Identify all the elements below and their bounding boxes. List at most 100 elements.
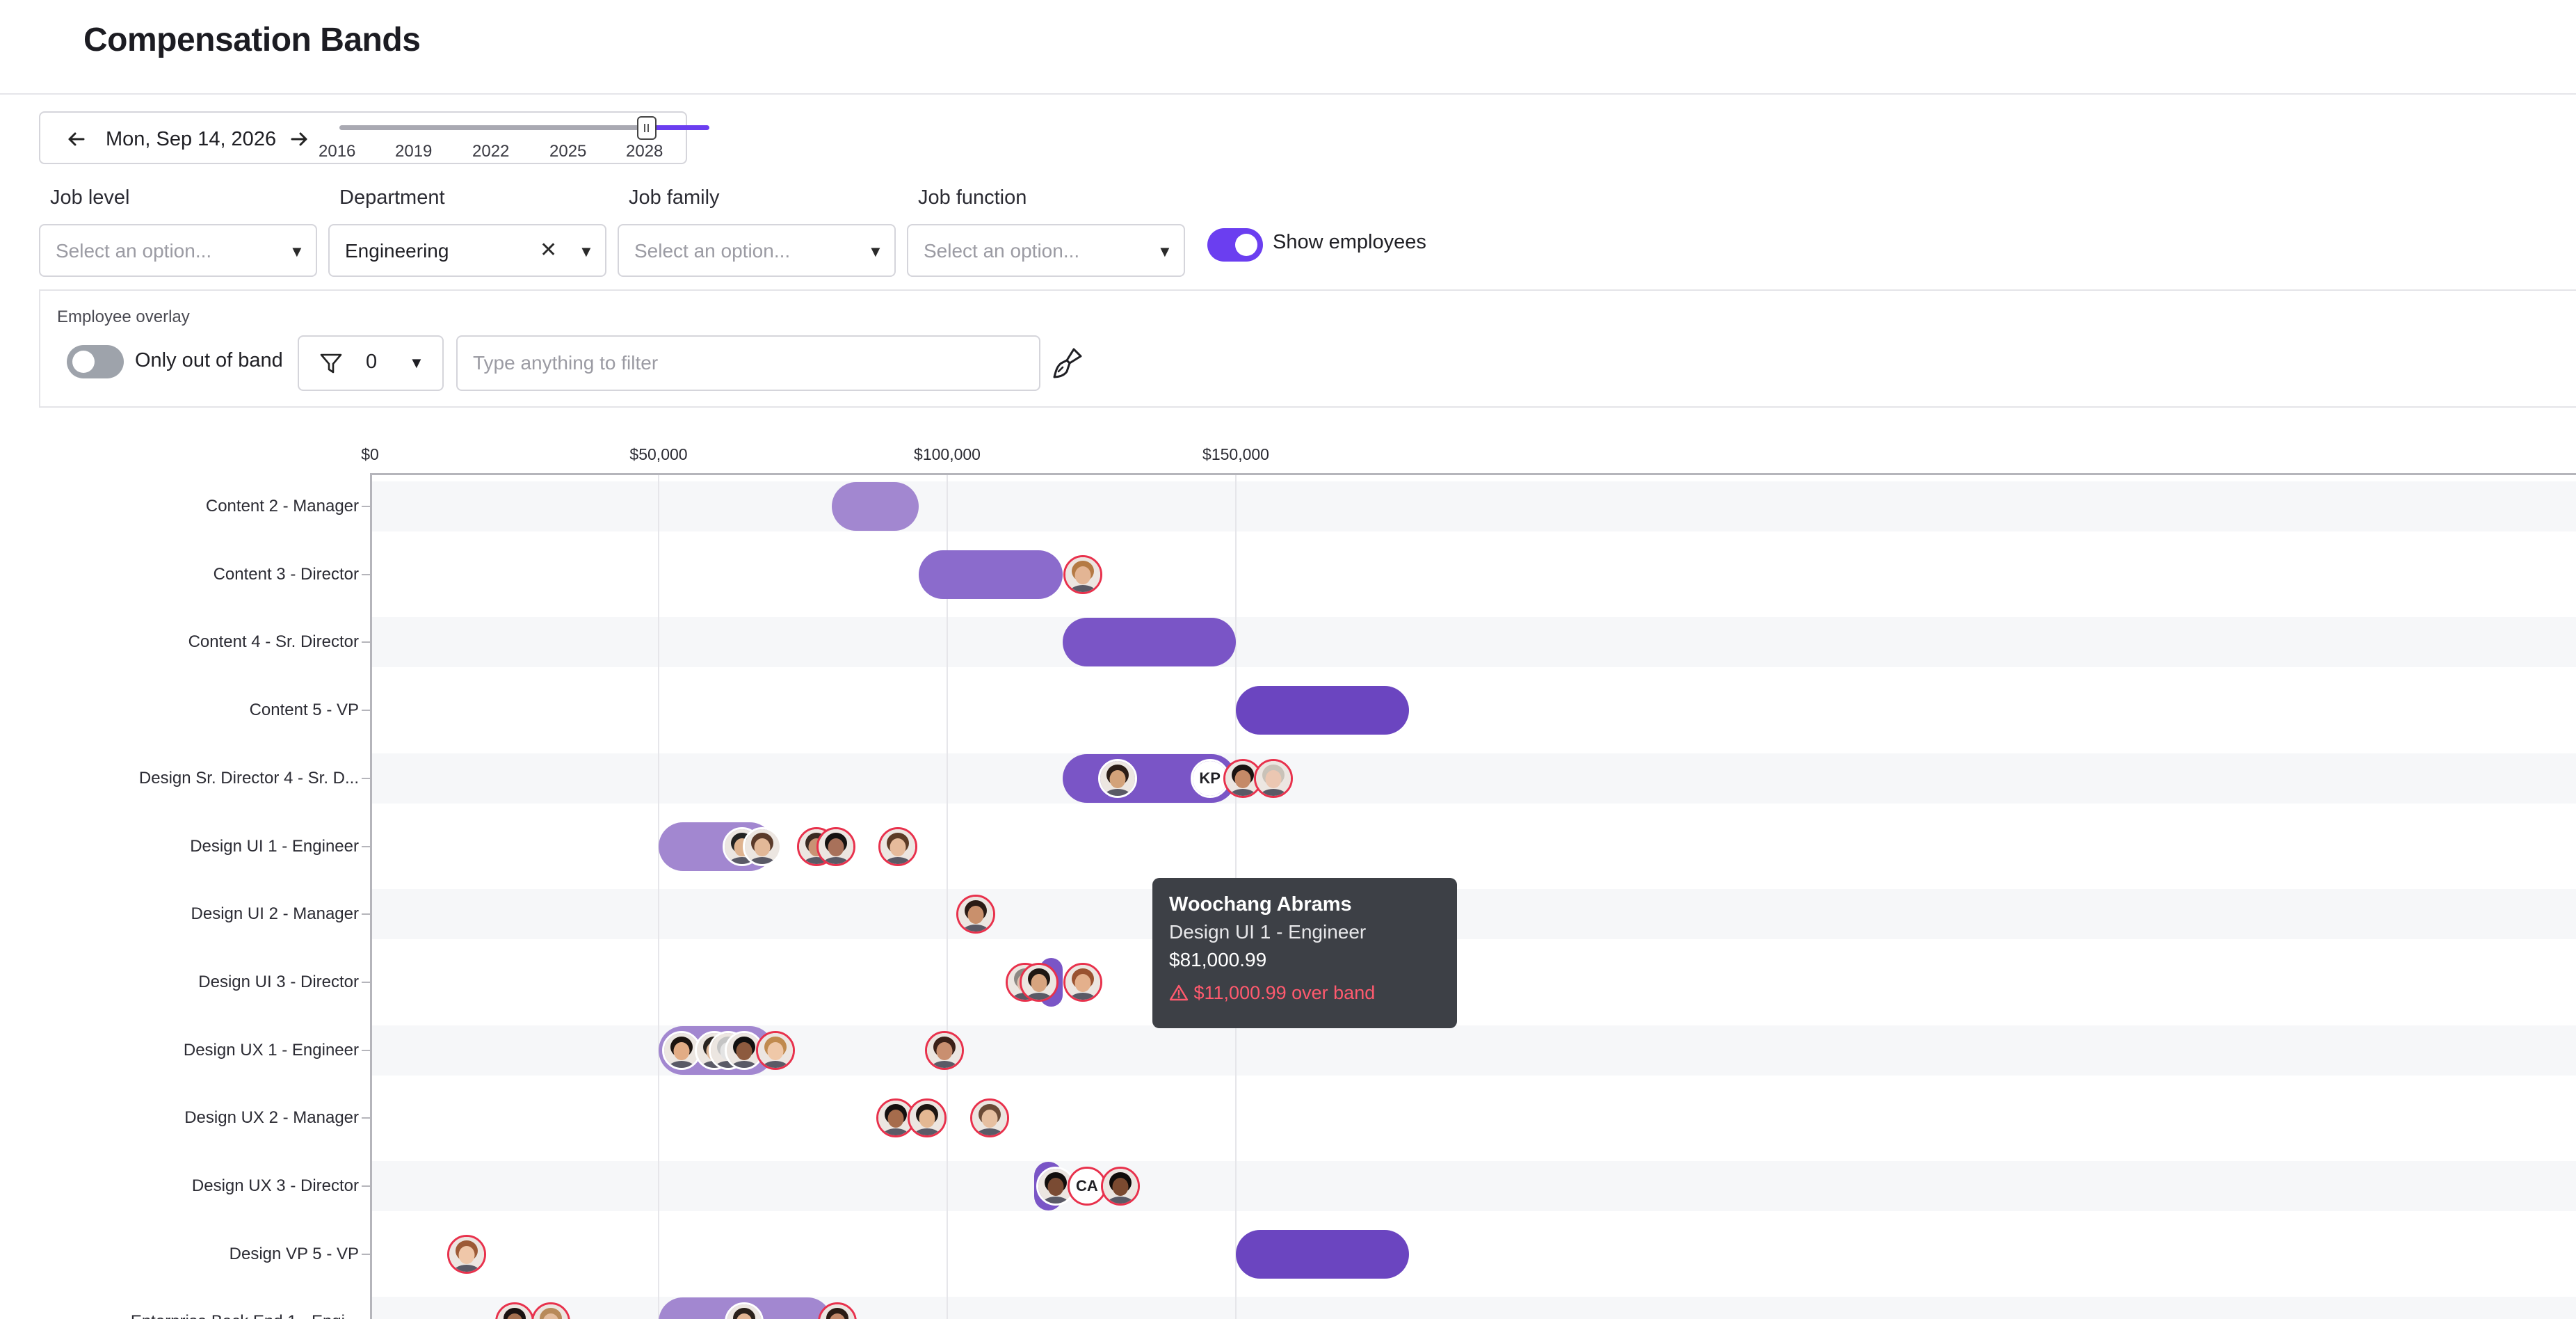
year-label: 2028 (626, 142, 663, 161)
current-date: Mon, Sep 14, 2026 (106, 128, 277, 150)
job-level-placeholder: Select an option... (56, 240, 212, 262)
caret-down-icon: ▼ (409, 354, 424, 371)
row-label: Design UX 2 - Manager (184, 1108, 359, 1128)
row-tick (362, 777, 371, 779)
row-tick (362, 710, 371, 712)
row-label: Design UI 2 - Manager (191, 904, 359, 924)
employee-avatar[interactable] (1101, 1167, 1140, 1206)
job-function-label: Job function (918, 186, 1027, 209)
employee-avatar[interactable] (531, 1302, 570, 1319)
employee-avatar[interactable] (1253, 758, 1293, 798)
row-label: Content 2 - Manager (205, 497, 359, 515)
employee-avatar[interactable] (724, 1302, 764, 1319)
page-title: Compensation Bands (83, 22, 421, 58)
avatar-photo (533, 1304, 568, 1319)
band-bar[interactable] (918, 550, 1063, 599)
tooltip-warning-text: $11,000.99 over band (1193, 982, 1376, 1003)
row-tick (362, 506, 371, 507)
arrow-left-icon[interactable] (63, 125, 90, 153)
employee-search-input[interactable] (456, 335, 1040, 391)
avatar-photo (972, 1101, 1007, 1136)
tooltip-employee-role: Design UI 1 - Engineer (1169, 921, 1367, 943)
timeline-slider-thumb[interactable] (636, 116, 657, 140)
job-level-select[interactable]: Select an option... ▼ (39, 224, 317, 277)
row-label: Design Sr. Director 4 - Sr. D... (138, 768, 359, 788)
x-tick-label: $100,000 (914, 445, 981, 463)
employee-avatar[interactable] (907, 1098, 947, 1138)
employee-avatar[interactable] (969, 1098, 1009, 1138)
filter-count-button[interactable]: 0 ▼ (298, 335, 444, 391)
avatar-photo (449, 1236, 484, 1272)
band-bar[interactable] (832, 482, 919, 531)
row-stripe (371, 481, 2576, 531)
employee-avatar[interactable] (446, 1234, 486, 1274)
job-function-select[interactable]: Select an option... ▼ (907, 224, 1185, 277)
caret-down-icon: ▼ (289, 243, 305, 260)
toggle-knob (1235, 234, 1257, 256)
band-bar[interactable] (1063, 618, 1236, 667)
avatar-photo (744, 829, 780, 864)
x-tick-label: $50,000 (629, 445, 688, 463)
department-label: Department (339, 186, 445, 209)
row-tick (362, 913, 371, 916)
row-label: Design UI 3 - Director (198, 972, 359, 991)
employee-avatar[interactable] (816, 826, 855, 866)
x-tick-label: $0 (361, 445, 379, 463)
timeline-slider-track[interactable] (339, 125, 647, 130)
row-stripe (371, 889, 2576, 940)
avatar-photo (818, 829, 853, 864)
avatar-photo (1065, 964, 1101, 1000)
row-stripe (371, 617, 2576, 668)
job-family-select[interactable]: Select an option... ▼ (618, 224, 896, 277)
only-out-of-band-label: Only out of band (135, 349, 283, 371)
avatar-photo (1065, 557, 1101, 592)
row-tick (362, 1185, 371, 1187)
funnel-icon (317, 349, 345, 381)
caret-down-icon: ▼ (579, 243, 594, 260)
employee-avatar[interactable] (1019, 962, 1058, 1002)
year-label: 2016 (319, 142, 356, 161)
show-employees-toggle[interactable] (1207, 228, 1263, 262)
employee-avatar[interactable] (1063, 554, 1103, 594)
row-label: Design UX 3 - Director (191, 1176, 359, 1195)
avatar-photo (820, 1304, 855, 1319)
avatar-photo (926, 1032, 962, 1068)
department-value: Engineering (345, 240, 449, 262)
x-axis-line (370, 473, 2576, 475)
tooltip-warning: $11,000.99 over band (1169, 982, 1375, 1004)
brush-icon[interactable] (1049, 344, 1088, 383)
avatar-photo (1255, 760, 1291, 796)
header-divider (0, 93, 2576, 95)
tooltip-employee-name: Woochang Abrams (1169, 893, 1352, 916)
row-stripe (371, 1161, 2576, 1211)
band-bar[interactable] (1236, 1229, 1409, 1279)
employee-avatar[interactable] (494, 1302, 534, 1319)
employee-avatar[interactable] (924, 1030, 964, 1070)
row-tick (362, 641, 371, 643)
avatar-photo (758, 1032, 794, 1068)
avatar-photo (1021, 964, 1056, 1000)
show-employees-label: Show employees (1273, 231, 1426, 253)
department-select[interactable]: Engineering ✕ ▼ (328, 224, 606, 277)
caret-down-icon: ▼ (868, 243, 883, 260)
clear-icon[interactable]: ✕ (540, 238, 557, 263)
employee-avatar[interactable] (1063, 962, 1103, 1002)
employee-avatar[interactable] (878, 826, 918, 866)
employee-avatar[interactable] (1097, 758, 1137, 798)
date-selector: Mon, Sep 14, 2026 2016 2019 2022 2025 20… (39, 111, 709, 164)
avatar-photo (880, 829, 916, 864)
employee-tooltip: Woochang Abrams Design UI 1 - Engineer $… (1152, 878, 1457, 1028)
row-label: Design UX 1 - Engineer (183, 1040, 359, 1060)
row-tick (362, 981, 371, 983)
employee-overlay-title: Employee overlay (57, 307, 190, 326)
row-label: Design UI 1 - Engineer (190, 836, 359, 856)
only-out-of-band-toggle[interactable] (67, 345, 124, 378)
row-tick (362, 1049, 371, 1051)
arrow-right-icon[interactable] (285, 125, 313, 153)
employee-avatar[interactable] (756, 1030, 796, 1070)
employee-avatar[interactable] (956, 895, 995, 934)
employee-avatar[interactable] (742, 826, 782, 866)
gridline (658, 474, 659, 1319)
employee-avatar[interactable] (818, 1302, 858, 1319)
band-bar[interactable] (1236, 686, 1409, 735)
